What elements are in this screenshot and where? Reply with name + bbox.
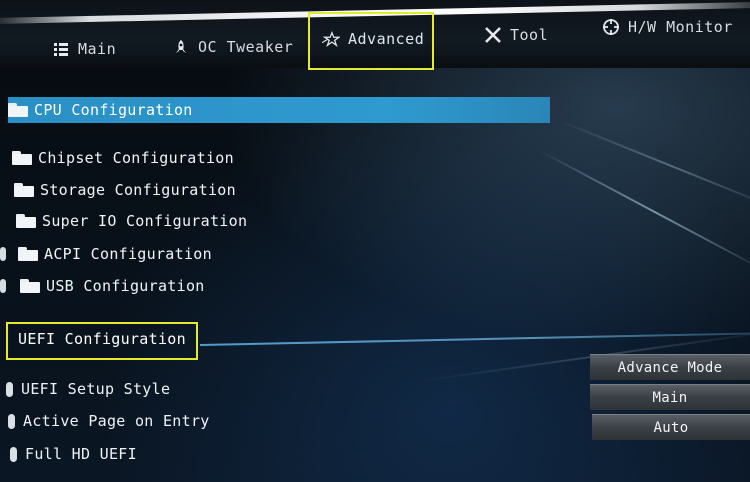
menu-item-chipset-configuration[interactable]: Chipset Configuration xyxy=(12,145,234,171)
setting-active-page-on-entry[interactable]: Active Page on Entry xyxy=(8,412,210,430)
tab-main[interactable]: Main xyxy=(52,28,116,70)
menu-item-label: Chipset Configuration xyxy=(38,149,234,167)
list-icon xyxy=(52,40,70,58)
folder-icon xyxy=(20,279,40,293)
setting-label: UEFI Setup Style xyxy=(21,380,171,398)
active-page-value-button[interactable]: Main xyxy=(590,384,750,410)
tab-oc-tweaker[interactable]: OC Tweaker xyxy=(172,26,293,68)
folder-icon xyxy=(14,183,34,197)
setting-full-hd-uefi[interactable]: Full HD UEFI xyxy=(10,445,137,463)
menu-item-cpu-configuration[interactable]: CPU Configuration xyxy=(8,97,550,123)
rocket-icon xyxy=(172,38,190,56)
menu-item-super-io-configuration[interactable]: Super IO Configuration xyxy=(16,208,247,234)
folder-icon xyxy=(8,103,28,117)
menu-item-label: CPU Configuration xyxy=(34,101,193,119)
setting-bullet-icon xyxy=(10,446,17,462)
tools-icon xyxy=(484,26,502,44)
menu-item-label: USB Configuration xyxy=(46,277,205,295)
setting-label: Active Page on Entry xyxy=(23,412,210,430)
tab-label: H/W Monitor xyxy=(628,18,733,36)
full-hd-uefi-value-button[interactable]: Auto xyxy=(592,414,750,440)
setting-label: Full HD UEFI xyxy=(25,445,137,463)
menu-item-acpi-configuration[interactable]: ACPI Configuration xyxy=(0,241,212,267)
menu-item-label: ACPI Configuration xyxy=(44,245,212,263)
tab-tool[interactable]: Tool xyxy=(484,14,548,56)
setting-bullet-icon xyxy=(8,413,15,429)
row-marker xyxy=(0,247,6,261)
row-marker xyxy=(0,279,6,293)
menu-item-usb-configuration[interactable]: USB Configuration xyxy=(0,273,205,299)
uefi-section-highlight xyxy=(6,322,198,360)
menu-item-label: Storage Configuration xyxy=(40,181,236,199)
tab-label: Main xyxy=(78,40,117,58)
tab-hw-monitor[interactable]: H/W Monitor xyxy=(602,6,733,48)
setting-uefi-setup-style[interactable]: UEFI Setup Style xyxy=(6,380,170,398)
menu-item-storage-configuration[interactable]: Storage Configuration xyxy=(14,177,236,203)
menu-item-label: Super IO Configuration xyxy=(42,212,248,230)
light-streak xyxy=(539,150,750,274)
folder-icon xyxy=(16,214,36,228)
uefi-screen: Main OC Tweaker Advanced Tool H/W Monito… xyxy=(0,0,750,482)
folder-icon xyxy=(12,151,32,165)
folder-icon xyxy=(18,247,38,261)
crosshair-icon xyxy=(602,18,620,36)
tab-label: OC Tweaker xyxy=(198,38,294,56)
light-streak xyxy=(559,120,750,212)
advanced-tab-highlight xyxy=(308,12,434,70)
uefi-setup-style-value-button[interactable]: Advance Mode xyxy=(590,354,750,380)
section-divider xyxy=(199,332,750,346)
tab-label: Tool xyxy=(510,26,549,44)
setting-bullet-icon xyxy=(6,381,13,397)
